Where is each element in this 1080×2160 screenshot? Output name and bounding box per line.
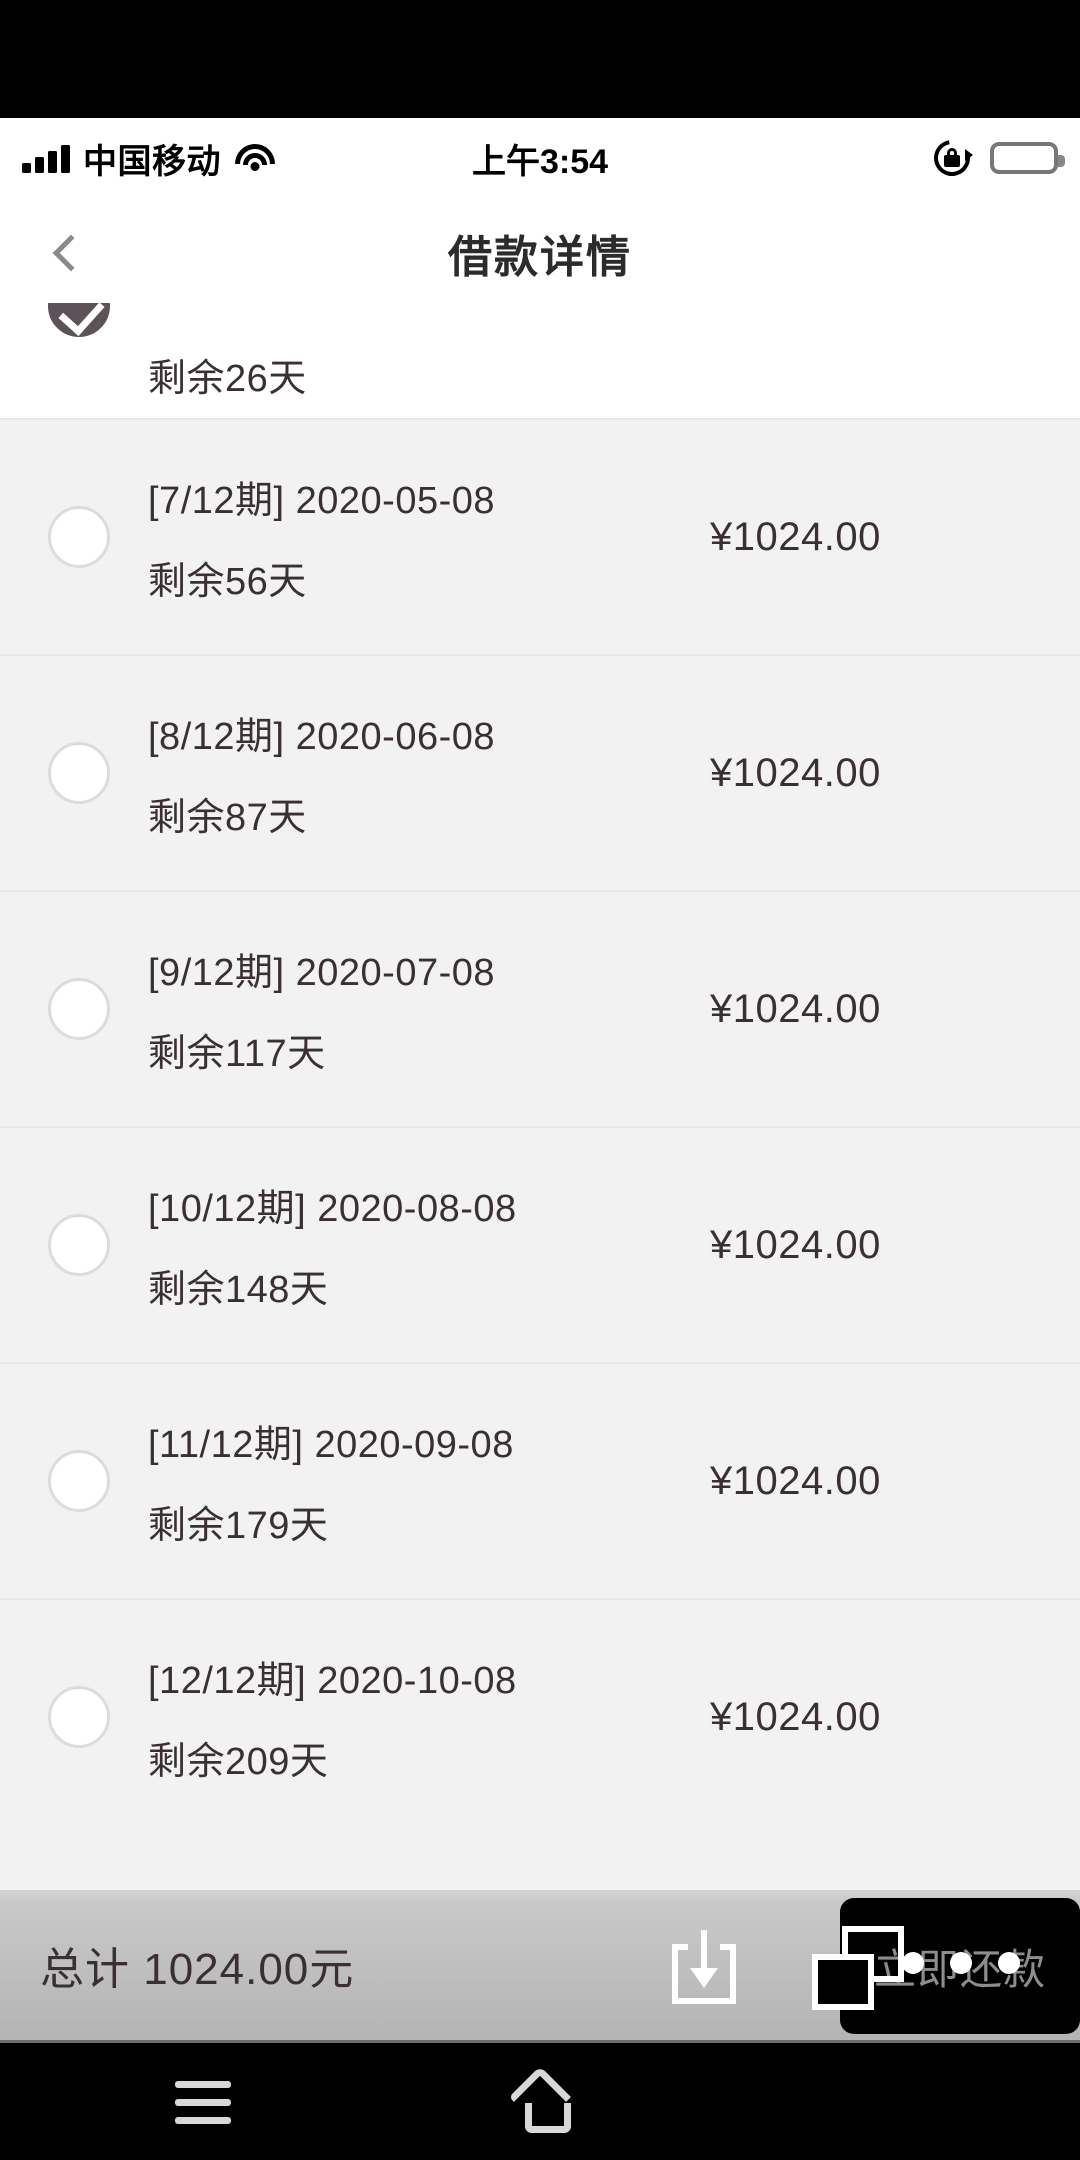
page-title: 借款详情: [448, 233, 632, 282]
checkbox-unchecked-icon[interactable]: [48, 978, 110, 1040]
installment-row[interactable]: [10/12期] 2020-08-08 剩余148天 ¥1024.00: [0, 1126, 1080, 1362]
installment-amount: ¥1024.00: [710, 750, 881, 795]
bottom-total-bar: 总计 1024.00元 立即还款: [0, 1890, 1080, 2040]
installment-amount: ¥1024.00: [710, 1222, 881, 1267]
checkbox-unchecked-icon[interactable]: [48, 1686, 110, 1748]
installment-remaining-days: 剩余179天: [148, 1505, 329, 1547]
installment-amount: ¥1024.00: [710, 1458, 881, 1503]
installment-row[interactable]: [9/12期] 2020-07-08 剩余117天 ¥1024.00: [0, 890, 1080, 1126]
installment-period-date: [10/12期] 2020-08-08: [148, 1188, 517, 1230]
checkbox-checked-icon[interactable]: [48, 303, 110, 337]
checkbox-unchecked-icon[interactable]: [48, 1214, 110, 1276]
notch-band: [0, 0, 1080, 118]
more-dots-icon[interactable]: [902, 1952, 1026, 1976]
installment-row[interactable]: [7/12期] 2020-05-08 剩余56天 ¥1024.00: [0, 418, 1080, 654]
installment-remaining-days: 剩余26天: [148, 358, 307, 400]
installment-period-date: [11/12期] 2020-09-08: [148, 1424, 514, 1466]
installment-list[interactable]: 剩余26天 [7/12期] 2020-05-08 剩余56天 ¥1024.00 [8/1…: [0, 303, 1080, 1890]
installment-amount: ¥1024.00: [710, 1694, 881, 1739]
checkbox-unchecked-icon[interactable]: [48, 742, 110, 804]
menu-icon[interactable]: [175, 2081, 231, 2125]
recents-icon[interactable]: [812, 1926, 904, 2010]
installment-amount: ¥1024.00: [710, 514, 881, 559]
status-bar: 中国移动 上午3:54: [0, 118, 1080, 198]
nav-bar: 借款详情: [0, 198, 1080, 308]
status-bar-clock: 上午3:54: [471, 142, 609, 181]
installment-amount: ¥1024.00: [710, 986, 881, 1031]
status-bar-right: [926, 132, 1065, 184]
installment-row[interactable]: [11/12期] 2020-09-08 剩余179天 ¥1024.00: [0, 1362, 1080, 1598]
installment-row-text: [12/12期] 2020-10-08 剩余209天: [148, 1649, 710, 1785]
checkbox-unchecked-icon[interactable]: [48, 506, 110, 568]
installment-row-text: [7/12期] 2020-05-08 剩余56天: [148, 469, 710, 605]
installment-remaining-days: 剩余148天: [148, 1269, 329, 1311]
total-label: 总计 1024.00元: [40, 1945, 355, 1994]
installment-remaining-days: 剩余209天: [148, 1741, 329, 1783]
installment-row-text: 剩余26天: [148, 347, 710, 408]
installment-period-date: [7/12期] 2020-05-08: [148, 480, 496, 522]
installment-remaining-days: 剩余117天: [148, 1033, 326, 1075]
installment-period-date: [12/12期] 2020-10-08: [148, 1660, 517, 1702]
checkbox-unchecked-icon[interactable]: [48, 1450, 110, 1512]
installment-row-text: [9/12期] 2020-07-08 剩余117天: [148, 941, 710, 1077]
rotation-lock-icon: [926, 132, 978, 184]
installment-remaining-days: 剩余56天: [148, 561, 307, 603]
installment-row[interactable]: 剩余26天: [0, 303, 1080, 418]
installment-row[interactable]: [12/12期] 2020-10-08 剩余209天 ¥1024.00: [0, 1598, 1080, 1834]
installment-period-date: [8/12期] 2020-06-08: [148, 716, 496, 758]
home-icon[interactable]: [508, 2065, 584, 2133]
installment-row-text: [11/12期] 2020-09-08 剩余179天: [148, 1413, 710, 1549]
phone-screen: 中国移动 上午3:54 借款详情 剩余26天 [7/12期] 2020-05-08…: [0, 0, 1080, 2160]
installment-row-text: [10/12期] 2020-08-08 剩余148天: [148, 1177, 710, 1313]
installment-period-date: [9/12期] 2020-07-08: [148, 952, 496, 994]
download-icon[interactable]: [672, 1930, 736, 2004]
installment-remaining-days: 剩余87天: [148, 797, 307, 839]
system-nav-bar: 黑猫 BLACK CAT: [0, 2040, 1080, 2160]
installment-row[interactable]: [8/12期] 2020-06-08 剩余87天 ¥1024.00: [0, 654, 1080, 890]
battery-icon: [990, 142, 1065, 174]
installment-row-text: [8/12期] 2020-06-08 剩余87天: [148, 705, 710, 841]
